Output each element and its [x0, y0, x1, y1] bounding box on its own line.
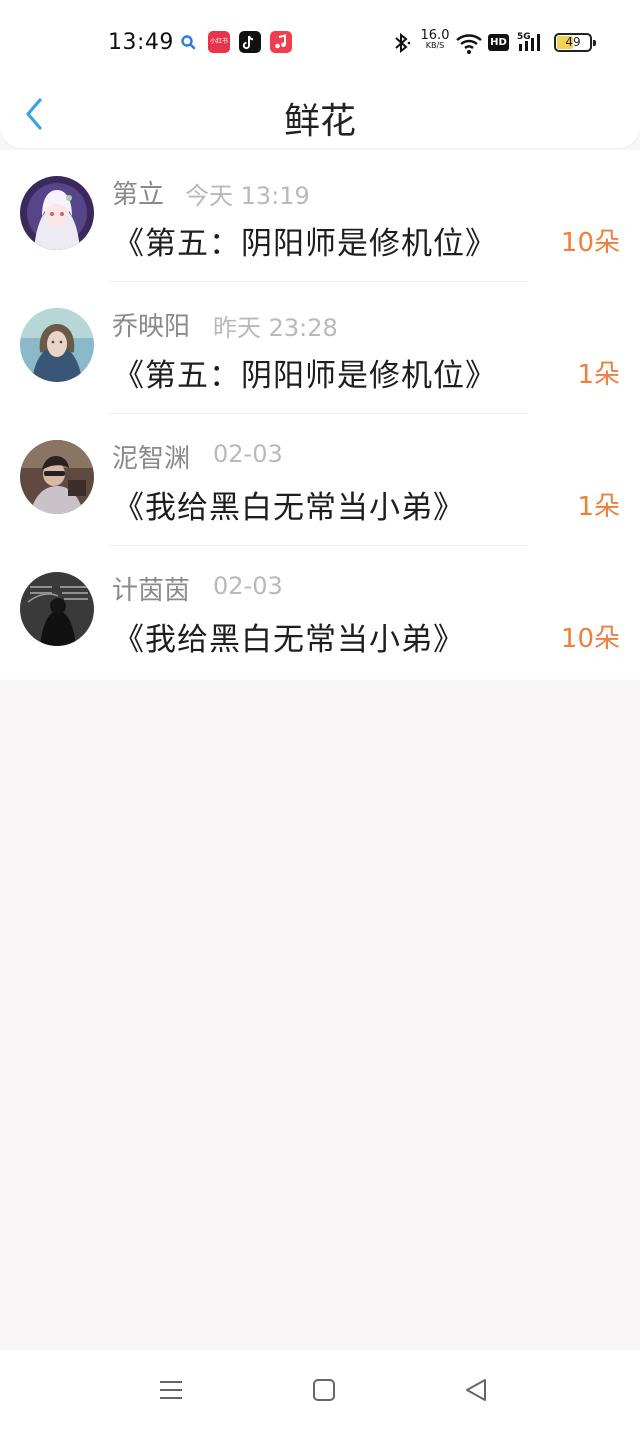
battery-icon: 49 — [554, 33, 596, 52]
list-item[interactable]: 第立 今天 13:19 《第五：阴阳师是修机位》 10朵 — [0, 150, 640, 282]
tiktok-app-icon — [239, 31, 261, 53]
book-title[interactable]: 《第五：阴阳师是修机位》 — [113, 218, 497, 263]
wifi-icon — [455, 30, 483, 56]
network-speed: 16.0 KB/S — [420, 29, 450, 56]
avatar[interactable] — [20, 572, 94, 646]
avatar[interactable] — [20, 176, 94, 250]
xiaohongshu-app-icon: 小红书 — [208, 31, 230, 53]
book-title[interactable]: 《我给黑白无常当小弟》 — [113, 482, 465, 527]
signal-5g-label: 5G — [517, 32, 531, 42]
home-button[interactable] — [310, 1376, 338, 1404]
flower-count: 10朵 — [560, 624, 620, 654]
back-nav-button[interactable] — [463, 1376, 491, 1404]
signal-5g-icon: 5G — [517, 30, 547, 56]
send-time: 02-03 — [213, 440, 283, 468]
list-item[interactable]: 计茵茵 02-03 《我给黑白无常当小弟》 10朵 — [0, 546, 640, 678]
sender-name: 计茵茵 — [112, 576, 191, 606]
page-header: 鲜花 — [0, 86, 640, 148]
flower-count: 1朵 — [577, 492, 620, 522]
square-icon — [313, 1379, 335, 1401]
avatar-anime-girl-image — [20, 176, 94, 250]
menu-icon — [160, 1381, 182, 1399]
send-time: 02-03 — [213, 572, 283, 600]
book-title[interactable]: 《我给黑白无常当小弟》 — [113, 614, 465, 659]
avatar[interactable] — [20, 440, 94, 514]
book-title[interactable]: 《第五：阴阳师是修机位》 — [113, 350, 497, 395]
flower-list: 第立 今天 13:19 《第五：阴阳师是修机位》 10朵 乔映阳 昨天 23:2… — [0, 150, 640, 680]
send-time: 昨天 23:28 — [213, 314, 338, 342]
sender-name: 第立 — [112, 180, 165, 210]
flower-count: 1朵 — [577, 360, 620, 390]
flower-count: 10朵 — [560, 228, 620, 258]
page-title: 鲜花 — [283, 101, 356, 142]
status-bar: 13:49 小红书 16.0 KB/S HD 5G 49 — [0, 0, 640, 86]
music-app-icon — [270, 31, 292, 53]
avatar[interactable] — [20, 308, 94, 382]
system-nav-bar — [0, 1350, 640, 1429]
send-time: 今天 13:19 — [185, 182, 310, 210]
battery-cap — [593, 40, 596, 46]
avatar-dark-figure-image — [20, 572, 94, 646]
avatar-photo-image — [20, 440, 94, 514]
list-item[interactable]: 泥智渊 02-03 《我给黑白无常当小弟》 1朵 — [0, 414, 640, 546]
avatar-woman-portrait-image — [20, 308, 94, 382]
bluetooth-icon — [392, 30, 412, 56]
search-app-icon — [178, 31, 200, 53]
battery-level: 49 — [565, 35, 581, 49]
hd-icon: HD — [488, 34, 509, 51]
sender-name: 泥智渊 — [112, 444, 191, 474]
menu-button[interactable] — [157, 1376, 185, 1404]
triangle-back-icon — [466, 1379, 486, 1401]
sender-name: 乔映阳 — [112, 312, 191, 342]
list-item[interactable]: 乔映阳 昨天 23:28 《第五：阴阳师是修机位》 1朵 — [0, 282, 640, 414]
status-time: 13:49 — [108, 30, 174, 55]
